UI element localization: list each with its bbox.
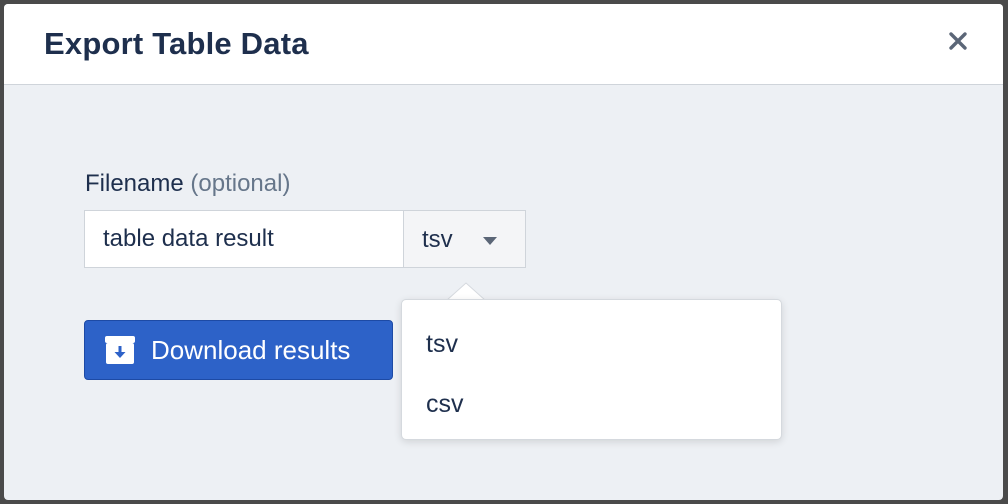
download-results-button[interactable]: Download results — [84, 320, 393, 380]
filename-input[interactable] — [84, 210, 403, 268]
archive-download-icon — [105, 336, 135, 364]
dropdown-option-tsv[interactable]: tsv — [402, 314, 781, 370]
dropdown-option-csv[interactable]: csv — [402, 374, 781, 430]
download-results-label: Download results — [151, 335, 351, 365]
caret-down-icon — [483, 237, 497, 245]
filename-label-text: Filename — [85, 170, 184, 197]
format-select-value: tsv — [422, 226, 453, 253]
dropdown-option-label: tsv — [426, 330, 458, 358]
modal-title: Export Table Data — [44, 26, 309, 61]
format-select[interactable]: tsv — [403, 210, 526, 268]
close-button[interactable] — [947, 30, 969, 52]
close-icon — [949, 32, 967, 50]
filename-label: Filename (optional) — [85, 170, 290, 198]
modal-header: Export Table Data — [4, 4, 1003, 85]
export-table-modal: Export Table Data Filename (optional) ts… — [4, 4, 1003, 500]
format-dropdown-menu: tsv csv — [401, 299, 782, 440]
dropdown-option-label: csv — [426, 390, 464, 418]
optional-hint: (optional) — [190, 170, 291, 197]
